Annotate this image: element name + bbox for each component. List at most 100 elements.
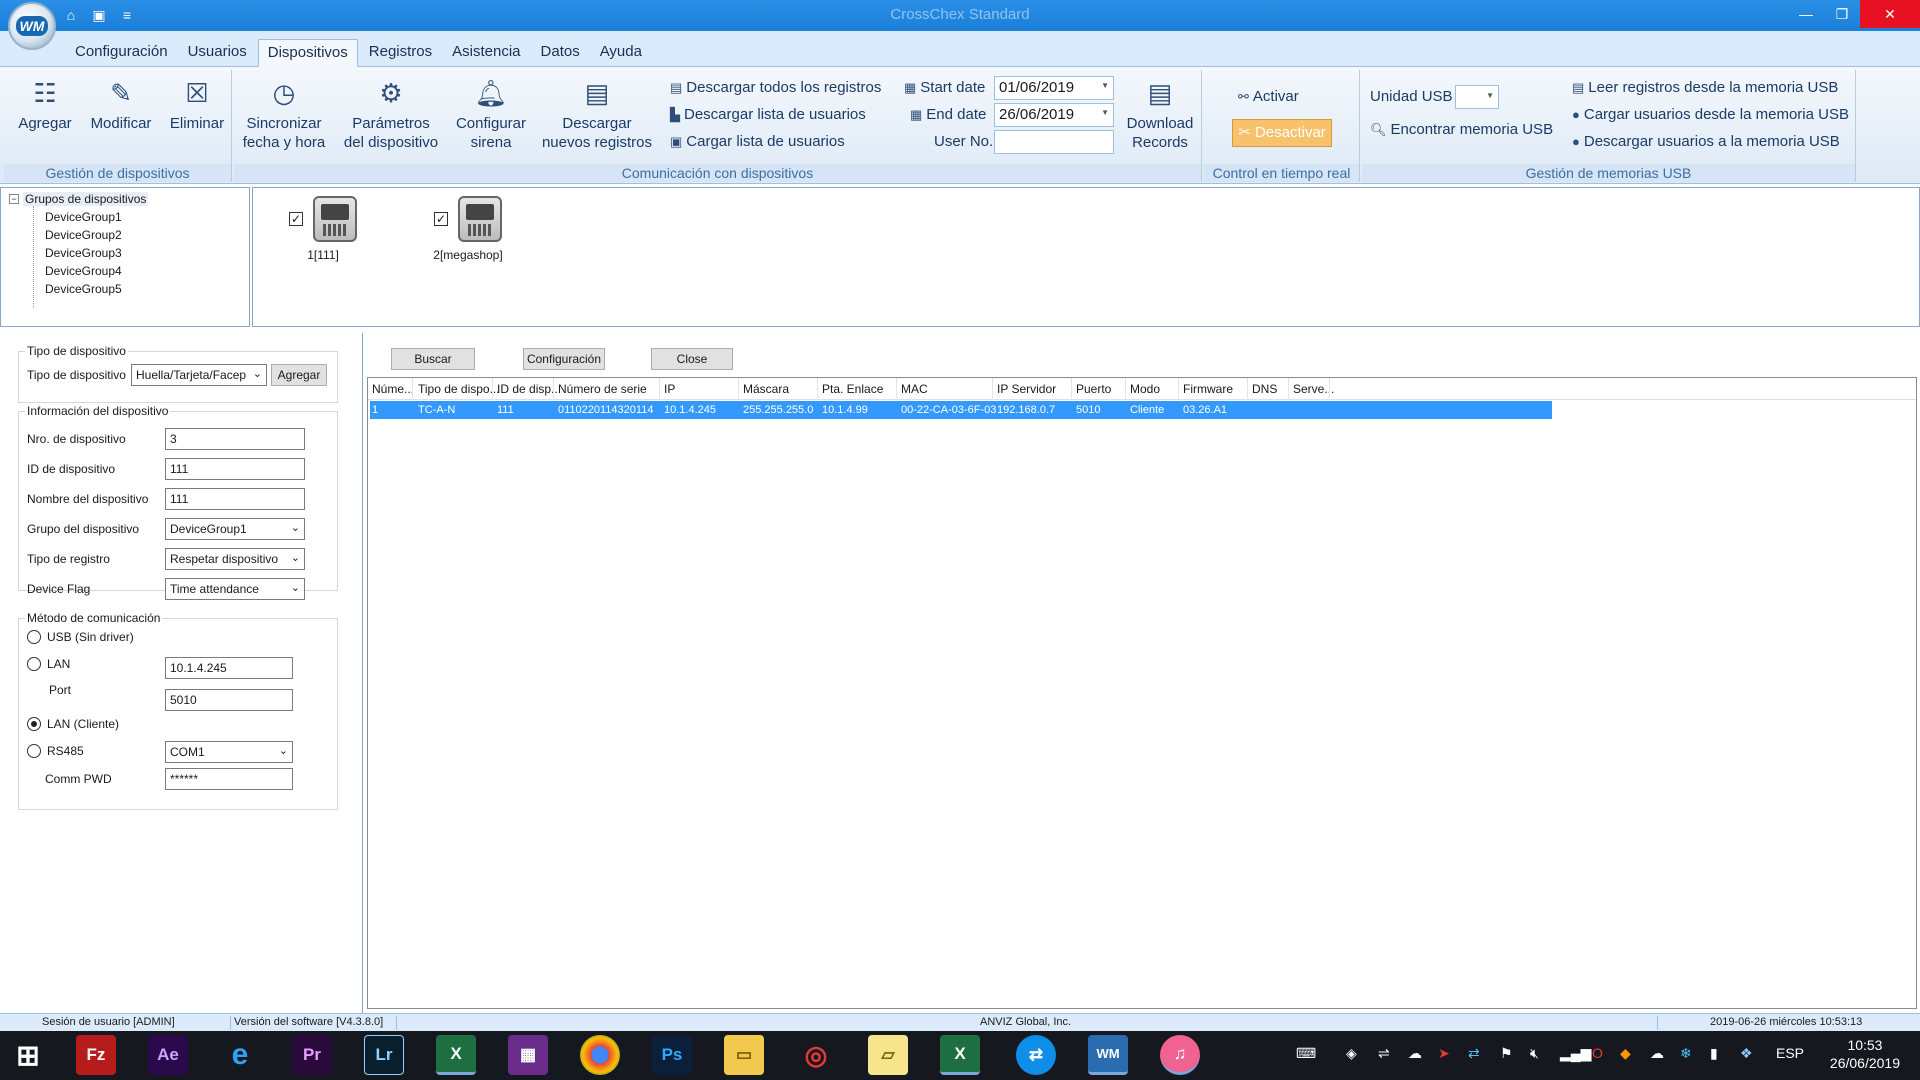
device-type-select[interactable]: Huella/Tarjeta/Facep ⌄ <box>131 364 267 386</box>
device-id-input[interactable]: 111 <box>165 458 305 480</box>
modificar-button[interactable]: ✎ Modificar <box>82 76 160 133</box>
usb-unit-select[interactable]: ▼ <box>1455 85 1499 109</box>
excel-icon[interactable]: X <box>436 1035 476 1075</box>
tree-item-group4[interactable]: DeviceGroup4 <box>45 264 122 278</box>
app-logo[interactable]: WM <box>8 2 56 50</box>
lan-radio[interactable] <box>27 657 41 671</box>
device-params-button[interactable]: ⚙ Parámetros del dispositivo <box>336 76 446 152</box>
agregar-type-button[interactable]: Agregar <box>271 364 327 386</box>
upload-usb-users-button[interactable]: ● Cargar usuarios desde la memoria USB <box>1572 106 1849 123</box>
device-group-select[interactable]: DeviceGroup1 ⌄ <box>165 518 305 540</box>
buscar-button[interactable]: Buscar <box>391 348 475 370</box>
end-date-field[interactable]: 26/06/2019 ▼ <box>994 103 1114 127</box>
flag-icon[interactable]: ⚑ <box>1500 1045 1513 1062</box>
filezilla-icon[interactable]: Fz <box>76 1035 116 1075</box>
download-user-list-button[interactable]: ▙ Descargar lista de usuarios <box>670 106 866 123</box>
tab-dispositivos[interactable]: Dispositivos <box>257 39 358 67</box>
premiere-icon[interactable]: Pr <box>292 1035 332 1075</box>
chrome-icon[interactable] <box>580 1035 620 1075</box>
tree-item-group3[interactable]: DeviceGroup3 <box>45 246 122 260</box>
home-icon[interactable]: ⌂ <box>60 4 82 26</box>
maximize-icon[interactable]: ❐ <box>1824 0 1860 28</box>
tree-root[interactable]: − Grupos de dispositivos <box>9 192 149 206</box>
device-name-input[interactable]: 111 <box>165 488 305 510</box>
tab-usuarios[interactable]: Usuarios <box>179 39 256 67</box>
tab-ayuda[interactable]: Ayuda <box>591 39 651 67</box>
itunes-icon[interactable]: ♫ <box>1160 1035 1200 1075</box>
screen-recorder-icon[interactable]: ◎ <box>796 1035 836 1075</box>
device-flag-select[interactable]: Time attendance ⌄ <box>165 578 305 600</box>
tab-registros[interactable]: Registros <box>360 39 441 67</box>
agregar-button[interactable]: ☷ Agregar <box>10 76 80 133</box>
user-icon[interactable]: ▣ <box>88 4 110 26</box>
lan-cliente-radio[interactable] <box>27 717 41 731</box>
collapse-icon[interactable]: − <box>9 194 19 204</box>
com-port-select[interactable]: COM1 ⌄ <box>165 741 293 763</box>
keyboard-icon[interactable]: ⌨ <box>1296 1045 1316 1062</box>
column-header[interactable]: Máscara <box>743 382 789 396</box>
download-all-records-button[interactable]: ▤ Descargar todos los registros <box>670 79 881 96</box>
port-input[interactable]: 5010 <box>165 689 293 711</box>
download-new-records-button[interactable]: ▤ Descargar nuevos registros <box>540 76 654 152</box>
rs485-radio[interactable] <box>27 744 41 758</box>
desactivar-button[interactable]: ✂ Desactivar <box>1232 119 1332 147</box>
taskbar-clock[interactable]: 10:53 26/06/2019 <box>1830 1036 1900 1072</box>
photoshop-icon[interactable]: Ps <box>652 1035 692 1075</box>
column-header[interactable]: Firmware <box>1183 382 1233 396</box>
read-usb-records-button[interactable]: ▤ Leer registros desde la memoria USB <box>1572 79 1838 96</box>
battery-icon[interactable]: ▮ <box>1710 1045 1718 1062</box>
column-header[interactable]: Número de serie <box>558 382 647 396</box>
tab-configuracion[interactable]: Configuración <box>66 39 177 67</box>
after-effects-icon[interactable]: Ae <box>148 1035 188 1075</box>
dropbox-icon[interactable]: ❖ <box>1740 1045 1753 1062</box>
crosschex-icon[interactable]: WM <box>1088 1035 1128 1075</box>
upload-user-list-button[interactable]: ▣ Cargar lista de usuarios <box>670 133 845 150</box>
sticky-notes-icon[interactable]: ▱ <box>868 1035 908 1075</box>
start-date-field[interactable]: 01/06/2019 ▼ <box>994 76 1114 100</box>
find-usb-button[interactable]: 🔍︎ Encontrar memoria USB <box>1370 121 1553 138</box>
column-header[interactable]: MAC <box>901 382 928 396</box>
column-header[interactable]: ID de disp... <box>497 382 561 396</box>
onedrive-icon[interactable]: ☁ <box>1650 1045 1664 1062</box>
opera-icon[interactable]: O <box>1592 1045 1603 1061</box>
tree-item-group2[interactable]: DeviceGroup2 <box>45 228 122 242</box>
chevron-down-icon[interactable]: ▼ <box>1101 108 1109 117</box>
column-header[interactable]: Pta. Enlace <box>822 382 883 396</box>
lightroom-icon[interactable]: Lr <box>364 1035 404 1075</box>
table-row[interactable]: 1 TC-A-N 111 0110220114320114 10.1.4.245… <box>370 401 1552 419</box>
user-no-input[interactable] <box>994 130 1114 154</box>
device-checkbox[interactable]: ✓ <box>434 212 448 226</box>
usb-radio[interactable] <box>27 630 41 644</box>
snowflake-icon[interactable]: ❄ <box>1680 1045 1692 1062</box>
cloud-upload-icon[interactable]: ☁ <box>1408 1045 1422 1062</box>
chevron-down-icon[interactable]: ▼ <box>1101 81 1109 90</box>
comm-pwd-input[interactable]: ****** <box>165 768 293 790</box>
device-checkbox[interactable]: ✓ <box>289 212 303 226</box>
download-records-button[interactable]: ▤ Download Records <box>1120 76 1200 152</box>
tree-item-group5[interactable]: DeviceGroup5 <box>45 282 122 296</box>
tree-item-group1[interactable]: DeviceGroup1 <box>45 210 122 224</box>
siren-button[interactable]: 🔔︎ Configurar sirena <box>450 76 532 152</box>
activar-button[interactable]: ⚯ Activar <box>1238 88 1299 105</box>
file-explorer-icon[interactable]: ▭ <box>724 1035 764 1075</box>
device-number-input[interactable]: 3 <box>165 428 305 450</box>
record-type-select[interactable]: Respetar dispositivo ⌄ <box>165 548 305 570</box>
signal-icon[interactable]: ▂▄▆ <box>1560 1045 1591 1062</box>
column-header[interactable]: Tipo de dispo... <box>418 382 500 396</box>
download-usb-users-button[interactable]: ● Descargar usuarios a la memoria USB <box>1572 133 1840 150</box>
tray-app-icon[interactable]: ◈ <box>1346 1045 1357 1062</box>
close-button[interactable]: Close <box>651 348 733 370</box>
teamviewer-icon[interactable]: ⇄ <box>1016 1035 1056 1075</box>
language-indicator[interactable]: ESP <box>1776 1045 1804 1061</box>
column-header[interactable]: IP Servidor <box>997 382 1056 396</box>
windows-start-icon[interactable]: ⊞ <box>8 1035 48 1075</box>
teamviewer-tray-icon[interactable]: ⇄ <box>1468 1045 1480 1062</box>
column-header[interactable]: IP <box>664 382 675 396</box>
excel-2-icon[interactable]: X <box>940 1035 980 1075</box>
column-header[interactable]: Puerto <box>1076 382 1111 396</box>
eliminar-button[interactable]: ☒ Eliminar <box>162 76 232 133</box>
volume-mute-icon[interactable]: 🔇︎ <box>1530 1045 1539 1062</box>
column-header[interactable]: DNS <box>1252 382 1277 396</box>
sync-time-button[interactable]: ◷ Sincronizar fecha y hora <box>234 76 334 152</box>
winrar-icon[interactable]: ▦ <box>508 1035 548 1075</box>
